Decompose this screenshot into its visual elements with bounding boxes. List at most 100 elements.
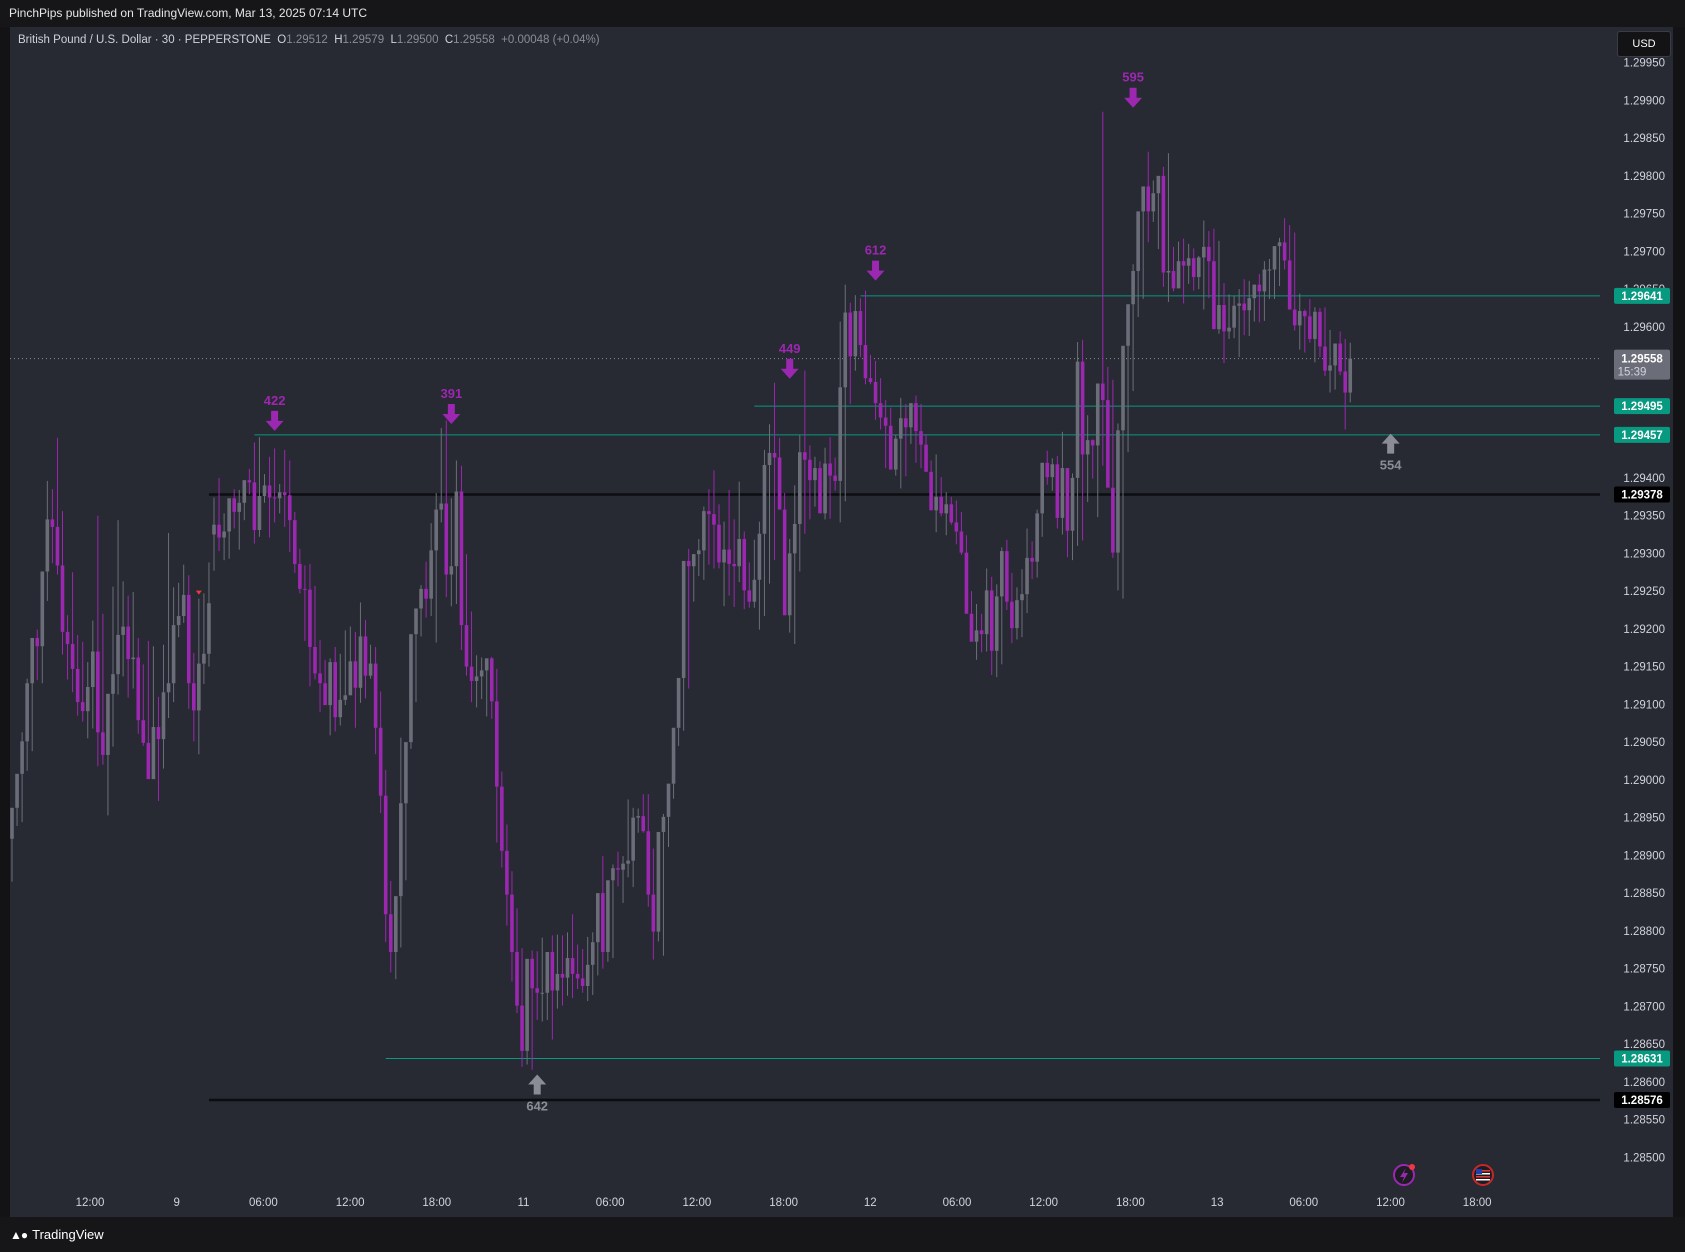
candle-body bbox=[803, 452, 807, 460]
candle-body bbox=[495, 701, 499, 787]
candle-13 bbox=[75, 634, 80, 716]
candle-body bbox=[464, 625, 469, 667]
price-tick-label: 1.29200 bbox=[1623, 624, 1665, 636]
candle-body bbox=[1257, 284, 1262, 292]
candle-254 bbox=[1292, 232, 1297, 331]
candle-body bbox=[277, 492, 282, 499]
candle-84 bbox=[434, 492, 438, 643]
level-badge-1.28576: 1.28576 bbox=[1614, 1091, 1670, 1108]
time-tick-label: 06:00 bbox=[943, 1197, 972, 1209]
candle-50 bbox=[262, 474, 267, 503]
candle-body bbox=[383, 795, 388, 915]
up-arrow-icon bbox=[528, 1074, 547, 1095]
tradingview-brand[interactable]: ▲● TradingView bbox=[10, 1227, 104, 1242]
candle-body bbox=[1030, 557, 1034, 562]
candle-134 bbox=[686, 548, 691, 689]
candle-body bbox=[1055, 464, 1060, 518]
symbol-title[interactable]: British Pound / U.S. Dollar · 30 · PEPPE… bbox=[18, 34, 271, 46]
marker-label: 449 bbox=[779, 341, 801, 356]
candle-body bbox=[1262, 269, 1267, 292]
candle-body bbox=[186, 594, 191, 684]
candle-body bbox=[15, 773, 19, 808]
candle-104 bbox=[535, 951, 539, 1020]
candle-101 bbox=[520, 948, 524, 1067]
candle-123 bbox=[631, 807, 635, 888]
candle-body bbox=[106, 693, 110, 755]
time-tick-label: 06:00 bbox=[1289, 1197, 1318, 1209]
candle-body bbox=[505, 850, 509, 895]
candle-150 bbox=[767, 424, 772, 584]
candle-body bbox=[409, 634, 413, 743]
candle-86 bbox=[444, 420, 449, 598]
us-flag-icon[interactable] bbox=[1472, 1164, 1494, 1186]
candle-body bbox=[691, 554, 696, 567]
candle-body bbox=[964, 552, 969, 614]
candle-251 bbox=[1277, 237, 1282, 287]
marker-label: 391 bbox=[440, 386, 462, 401]
candle-188 bbox=[959, 511, 964, 555]
candle-184 bbox=[939, 477, 943, 517]
candle-235 bbox=[1196, 255, 1201, 290]
candle-body bbox=[747, 590, 752, 602]
candle-body bbox=[1297, 311, 1302, 326]
current-price-badge: 1.2955815:39 bbox=[1614, 349, 1670, 380]
candle-135 bbox=[691, 554, 696, 602]
time-tick-label: 12:00 bbox=[76, 1197, 105, 1209]
candle-73 bbox=[378, 691, 383, 814]
candle-78 bbox=[404, 742, 408, 881]
candle-body bbox=[1348, 358, 1353, 393]
candle-200 bbox=[1020, 569, 1024, 638]
price-tick-label: 1.29350 bbox=[1623, 511, 1665, 523]
candle-9 bbox=[55, 437, 60, 575]
candle-201 bbox=[1025, 528, 1029, 614]
candle-249 bbox=[1267, 258, 1272, 299]
marker-label: 422 bbox=[264, 393, 286, 408]
candle-99 bbox=[510, 871, 514, 982]
footer-brand-text: TradingView bbox=[32, 1227, 104, 1242]
candle-body bbox=[232, 498, 236, 512]
marker-595: 595 bbox=[1122, 70, 1144, 108]
candle-144 bbox=[737, 481, 741, 583]
marker-642: 642 bbox=[526, 1074, 548, 1114]
candle-127 bbox=[651, 848, 656, 960]
candle-body bbox=[989, 590, 994, 651]
candle-28 bbox=[151, 646, 156, 780]
price-tick-label: 1.29000 bbox=[1623, 775, 1665, 787]
candle-body bbox=[1111, 487, 1115, 553]
candlestick-chart[interactable]: 422 391 449 612 595 642 554 1.29950 1.29900 1.298… bbox=[0, 0, 1685, 1217]
candle-body bbox=[272, 497, 277, 499]
lightning-icon[interactable] bbox=[1393, 1164, 1415, 1186]
candle-body bbox=[540, 992, 545, 994]
candle-body bbox=[732, 563, 736, 567]
candle-body bbox=[676, 677, 681, 728]
candle-body bbox=[166, 683, 171, 693]
current-price-value: 1.29558 bbox=[1621, 354, 1663, 366]
candle-body bbox=[429, 550, 433, 599]
candle-body bbox=[394, 896, 398, 952]
candle-body bbox=[50, 519, 55, 527]
candle-body bbox=[1343, 371, 1347, 393]
candle-131 bbox=[671, 727, 676, 799]
candle-body bbox=[434, 509, 438, 551]
candle-body bbox=[1000, 551, 1004, 597]
candle-body bbox=[1222, 304, 1226, 332]
candle-229 bbox=[1166, 153, 1171, 302]
candle-32 bbox=[171, 587, 176, 703]
plot-area: 422 391 449 612 595 642 554 bbox=[10, 70, 1600, 1114]
candle-220 bbox=[1121, 345, 1125, 599]
candle-250 bbox=[1272, 246, 1277, 299]
candle-body bbox=[1267, 269, 1272, 271]
candle-body bbox=[596, 893, 600, 943]
currency-button[interactable]: USD bbox=[1617, 31, 1671, 57]
marker-422: 422 bbox=[264, 393, 286, 431]
candle-body bbox=[1136, 211, 1140, 272]
candle-169 bbox=[863, 290, 868, 385]
time-tick-label: 18:00 bbox=[1463, 1197, 1492, 1209]
candle-264 bbox=[1343, 338, 1347, 430]
candle-74 bbox=[383, 770, 388, 943]
price-tick-label: 1.28850 bbox=[1623, 888, 1665, 900]
candle-body bbox=[101, 732, 105, 755]
candle-body bbox=[1181, 261, 1186, 266]
candle-body bbox=[303, 588, 307, 590]
candle-body bbox=[545, 952, 550, 993]
